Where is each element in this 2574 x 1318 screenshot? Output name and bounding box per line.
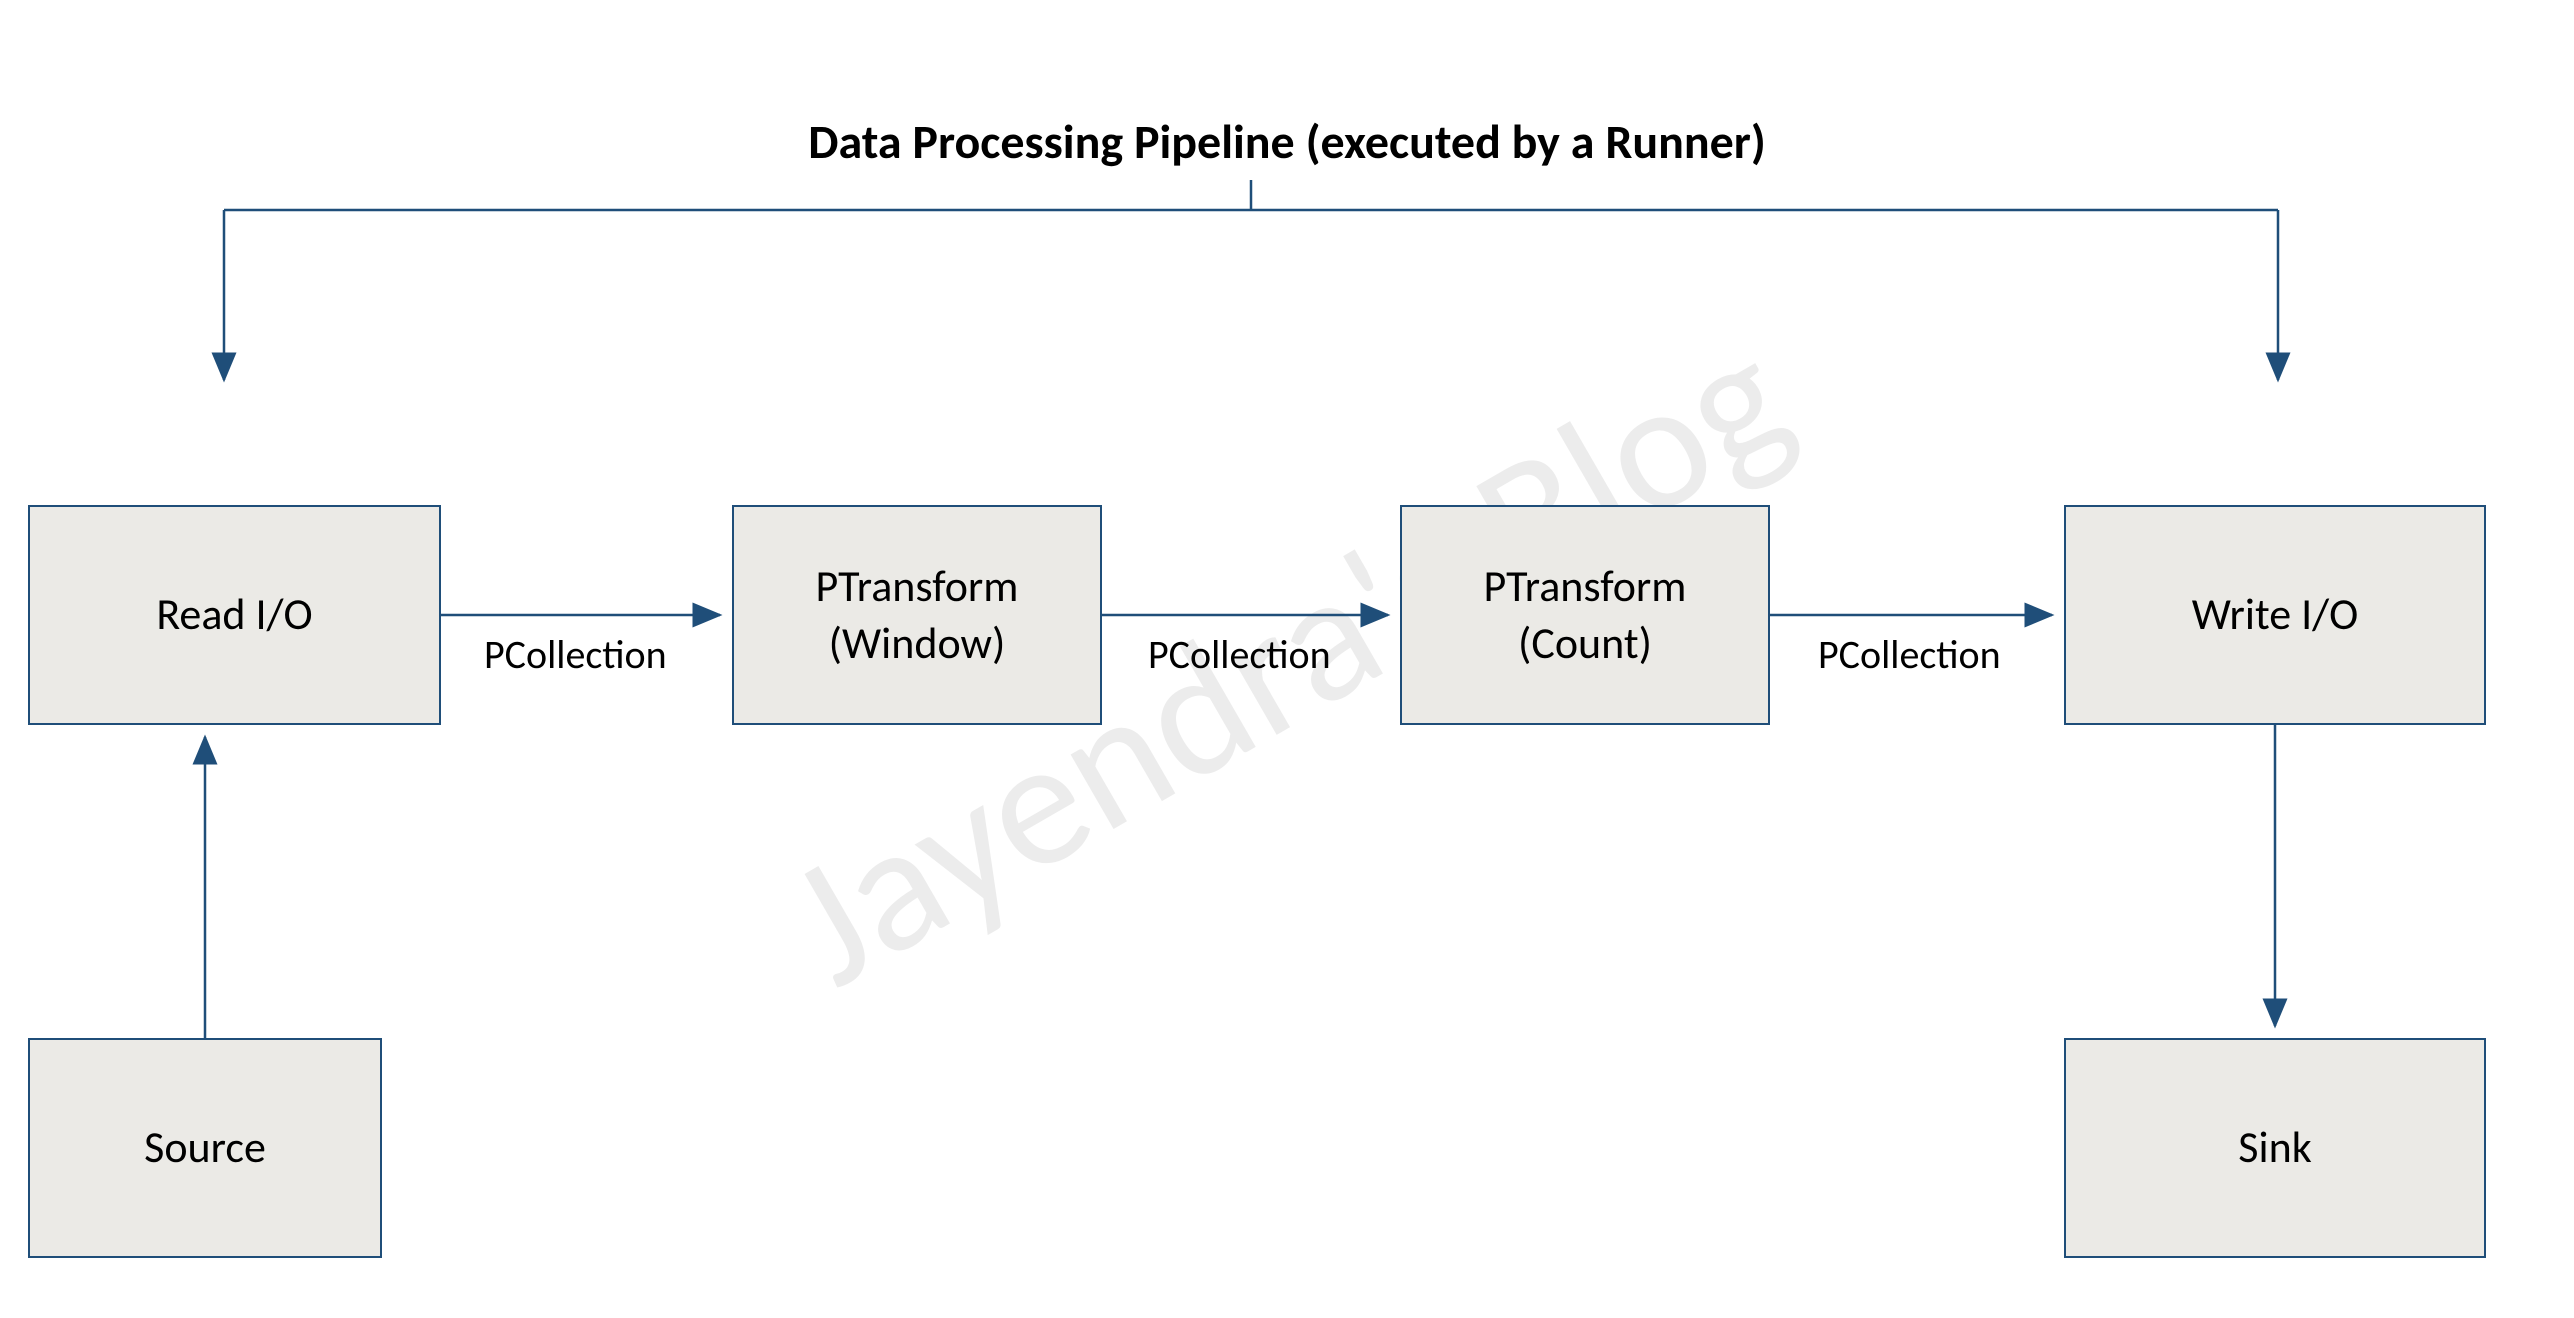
node-ptransform-count-label-line1: PTransform [1484, 559, 1687, 613]
node-ptransform-count: PTransform (Count) [1400, 505, 1770, 725]
node-ptransform-window-label-line2: (Window) [829, 616, 1006, 670]
edge-label-pcollection-3: PCollection [1818, 630, 2001, 679]
edge-label-pcollection-2: PCollection [1148, 630, 1331, 679]
node-read-io-label: Read I/O [156, 586, 312, 643]
node-ptransform-window-label: PTransform (Window) [816, 558, 1019, 672]
arrow-write-to-sink [2260, 725, 2290, 1038]
title-bracket [0, 180, 2574, 400]
diagram-title: Data Processing Pipeline (executed by a … [808, 112, 1766, 171]
node-write-io-label: Write I/O [2192, 586, 2359, 643]
node-write-io: Write I/O [2064, 505, 2486, 725]
arrow-transform1-to-transform2 [1102, 600, 1400, 630]
node-ptransform-window: PTransform (Window) [732, 505, 1102, 725]
node-read-io: Read I/O [28, 505, 441, 725]
node-ptransform-count-label: PTransform (Count) [1484, 558, 1687, 672]
node-source: Source [28, 1038, 382, 1258]
arrow-source-to-read [190, 725, 220, 1038]
node-sink-label: Sink [2238, 1119, 2311, 1176]
arrow-transform2-to-write [1770, 600, 2064, 630]
node-ptransform-count-label-line2: (Count) [1518, 616, 1652, 670]
node-ptransform-window-label-line1: PTransform [816, 559, 1019, 613]
arrow-read-to-transform1 [441, 600, 732, 630]
node-source-label: Source [144, 1119, 266, 1176]
node-sink: Sink [2064, 1038, 2486, 1258]
edge-label-pcollection-1: PCollection [484, 630, 667, 679]
